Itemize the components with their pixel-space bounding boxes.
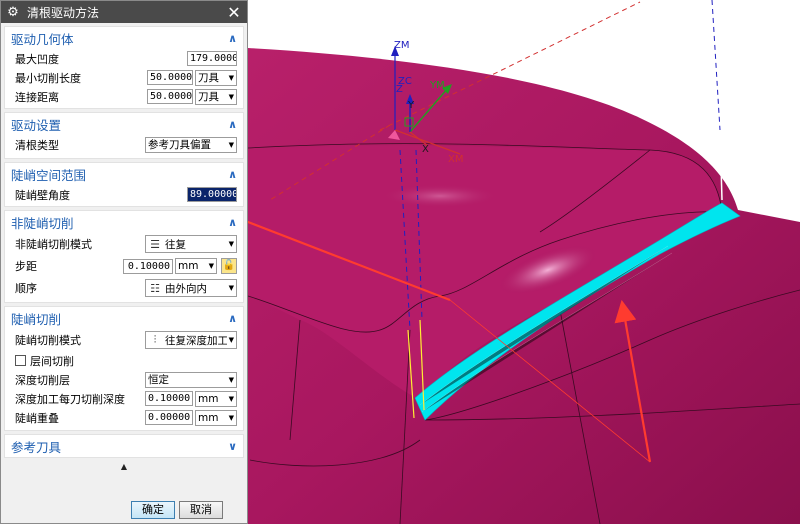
section-header-ref-tool[interactable]: 参考刀具 ∨ (5, 435, 243, 457)
axis-label-ym: YM (429, 80, 445, 91)
chevron-up-icon[interactable]: ∧ (228, 118, 237, 131)
dropdown-arrow-icon: ▼ (228, 336, 234, 344)
non-steep-pattern-select[interactable]: ☰ 往复 ▼ (145, 235, 237, 253)
dialog-titlebar[interactable]: ⚙ 清根驱动方法 ✕ (1, 1, 247, 23)
min-cut-length-unit-select[interactable]: 刀具 ▼ (195, 69, 237, 86)
cancel-button[interactable]: 取消 (179, 501, 223, 519)
steep-angle-input[interactable]: 89.00000 (187, 187, 237, 202)
section-header-drive-geometry[interactable]: 驱动几何体 ∧ (5, 27, 243, 49)
section-header-non-steep[interactable]: 非陡峭切削 ∧ (5, 211, 243, 233)
lock-icon[interactable]: 🔓 (221, 258, 237, 274)
chevron-up-icon[interactable]: ∧ (228, 168, 237, 181)
row-connect-distance: 连接距离 50.00000 刀具▼ (5, 87, 243, 106)
depth-layer-label: 深度切削层 (15, 373, 70, 387)
section-drive-settings: 驱动设置 ∧ 清根类型 参考刀具偏置 ▼ (4, 112, 244, 159)
section-steep: 陡峭切削 ∧ 陡峭切削模式 ⫶ 往复深度加工 ▼ 层间切削 深度切削层 恒定 ▼ 深… (4, 306, 244, 431)
layer-cut-label: 层间切削 (30, 354, 74, 368)
dropdown-arrow-icon: ▼ (228, 92, 234, 101)
row-depth-layer: 深度切削层 恒定 ▼ (5, 370, 243, 389)
row-steep-angle: 陡峭壁角度 89.00000 (5, 185, 243, 204)
zigzag-icon: ☰ (150, 237, 160, 251)
ok-button[interactable]: 确定 (131, 501, 175, 519)
outside-in-icon: ☷ (150, 281, 160, 295)
steep-overlap-unit-select[interactable]: mm ▼ (195, 409, 237, 426)
section-non-steep: 非陡峭切削 ∧ 非陡峭切削模式 ☰ 往复 ▼ 步距 0.10000 mm ▼ 🔓 顺… (4, 210, 244, 303)
gear-icon: ⚙ (7, 4, 19, 20)
row-steep-overlap: 陡峭重叠 0.00000 mm ▼ (5, 408, 243, 427)
dialog-footer: 确定 取消 (1, 497, 247, 523)
min-cut-length-input[interactable]: 50.00000 (147, 70, 193, 85)
cleanup-type-label: 清根类型 (15, 138, 59, 152)
row-max-concavity: 最大凹度 179.0000 (5, 49, 243, 68)
dropdown-arrow-icon: ▼ (228, 394, 234, 403)
row-layer-cut: 层间切削 (5, 351, 243, 370)
steep-overlap-input[interactable]: 0.00000 (145, 410, 193, 425)
dropdown-arrow-icon: ▼ (228, 140, 234, 149)
depth-per-cut-input[interactable]: 0.10000 (145, 391, 193, 406)
axis-label-y: Y (407, 100, 415, 111)
depth-per-cut-label: 深度加工每刀切削深度 (15, 392, 125, 406)
row-depth-per-cut: 深度加工每刀切削深度 0.10000 mm ▼ (5, 389, 243, 408)
non-steep-pattern-label: 非陡峭切削模式 (15, 238, 92, 251)
row-stepover: 步距 0.10000 mm ▼ 🔓 (5, 255, 243, 277)
chevron-up-icon[interactable]: ∧ (228, 216, 237, 229)
steep-angle-label: 陡峭壁角度 (15, 188, 70, 202)
row-order: 顺序 ☷ 由外向内 ▼ (5, 277, 243, 299)
steep-overlap-label: 陡峭重叠 (15, 411, 59, 425)
dropdown-arrow-icon: ▼ (228, 73, 234, 82)
dropdown-arrow-icon: ▼ (208, 262, 214, 270)
close-icon[interactable]: ✕ (225, 3, 243, 22)
dropdown-arrow-icon: ▼ (228, 413, 234, 422)
cleanup-type-select[interactable]: 参考刀具偏置 ▼ (145, 136, 237, 153)
connect-distance-label: 连接距离 (15, 90, 59, 104)
chevron-up-icon[interactable]: ∧ (228, 312, 237, 325)
section-drive-geometry: 驱动几何体 ∧ 最大凹度 179.0000 最小切削长度 50.00000 刀具… (4, 26, 244, 109)
depth-per-cut-unit-select[interactable]: mm ▼ (195, 390, 237, 407)
dropdown-arrow-icon: ▼ (228, 375, 234, 384)
section-header-steep[interactable]: 陡峭切削 ∧ (5, 307, 243, 329)
section-header-steep-range[interactable]: 陡峭空间范围 ∧ (5, 163, 243, 185)
dropdown-arrow-icon: ▼ (228, 284, 234, 292)
layer-cut-checkbox[interactable] (15, 355, 26, 366)
row-min-cut-length: 最小切削长度 50.00000 刀具▼ (5, 68, 243, 87)
chevron-down-icon[interactable]: ∨ (228, 440, 237, 453)
row-non-steep-pattern: 非陡峭切削模式 ☰ 往复 ▼ (5, 233, 243, 255)
section-ref-tool: 参考刀具 ∨ (4, 434, 244, 458)
section-steep-range: 陡峭空间范围 ∧ 陡峭壁角度 89.00000 (4, 162, 244, 207)
depth-zigzag-icon: ⫶ (153, 333, 157, 346)
axis-label-x: X (422, 144, 429, 155)
connect-distance-input[interactable]: 50.00000 (147, 89, 193, 104)
dropdown-arrow-icon: ▼ (228, 240, 234, 248)
order-label: 顺序 (15, 282, 37, 295)
stepover-input[interactable]: 0.10000 (123, 258, 173, 274)
dialog-title: 清根驱动方法 (27, 5, 100, 20)
axis-label-xm: XM (448, 154, 463, 165)
steep-pattern-select[interactable]: ⫶ 往复深度加工 ▼ (145, 331, 237, 349)
more-options-toggle[interactable]: ▲ (1, 460, 247, 474)
chevron-up-icon[interactable]: ∧ (228, 32, 237, 45)
connect-distance-unit-select[interactable]: 刀具 ▼ (195, 88, 237, 105)
order-select[interactable]: ☷ 由外向内 ▼ (145, 279, 237, 297)
min-cut-length-label: 最小切削长度 (15, 71, 81, 85)
stepover-unit-select[interactable]: mm ▼ (175, 258, 217, 274)
row-steep-pattern: 陡峭切削模式 ⫶ 往复深度加工 ▼ (5, 329, 243, 351)
max-concavity-label: 最大凹度 (15, 52, 59, 66)
stepover-label: 步距 (15, 260, 37, 273)
cleanup-drive-method-dialog: ⚙ 清根驱动方法 ✕ 驱动几何体 ∧ 最大凹度 179.0000 最小切削长度 … (0, 0, 248, 524)
axis-label-zm: ZM (394, 40, 409, 51)
section-header-drive-settings[interactable]: 驱动设置 ∧ (5, 113, 243, 135)
row-cleanup-type: 清根类型 参考刀具偏置 ▼ (5, 135, 243, 154)
depth-layer-select[interactable]: 恒定 ▼ (145, 371, 237, 388)
steep-pattern-label: 陡峭切削模式 (15, 334, 81, 347)
axis-label-z: Z (396, 84, 403, 95)
max-concavity-input[interactable]: 179.0000 (187, 51, 237, 66)
